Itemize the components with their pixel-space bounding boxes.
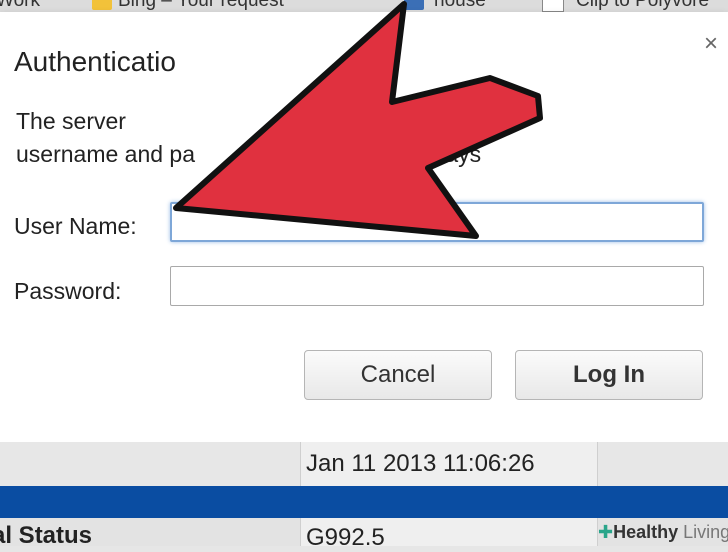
date-value: Jan 11 2013 11:06:26 [306,450,535,477]
bookmark-bing[interactable]: Bing – Your request [118,0,284,12]
cancel-button[interactable]: Cancel [304,350,492,400]
bookmark-house[interactable]: house [434,0,486,12]
dialog-title: Authenticatio [14,46,176,77]
cross-icon: ✚ [598,522,614,542]
status-value: G992.5 [306,524,385,551]
close-icon[interactable]: × [704,32,718,56]
username-field[interactable] [170,202,704,242]
authentication-dialog: Authenticatio × The server username and … [0,12,728,443]
login-button[interactable]: Log In [515,350,703,400]
dialog-message-line2: username and pa [16,141,196,167]
watermark-brand-light: Living [683,522,728,542]
dialog-message-tail: Says [430,141,482,167]
bookmark-polyvore[interactable]: Clip to Polyvore [576,0,709,12]
folder-icon [404,0,424,10]
username-label: User Name: [14,213,137,239]
dialog-message-line1: The server [16,108,126,134]
section-header-band [0,486,728,518]
watermark-brand-bold: Healthy [613,522,679,542]
page-icon [542,0,564,12]
bookmarks-bar: Work Bing – Your request house Clip to P… [0,0,728,12]
bing-icon [92,0,112,10]
password-label: Password: [14,278,122,304]
bookmark-work[interactable]: Work [0,0,40,12]
password-field[interactable] [170,266,704,306]
watermark: ✚Healthy Living [598,522,728,543]
